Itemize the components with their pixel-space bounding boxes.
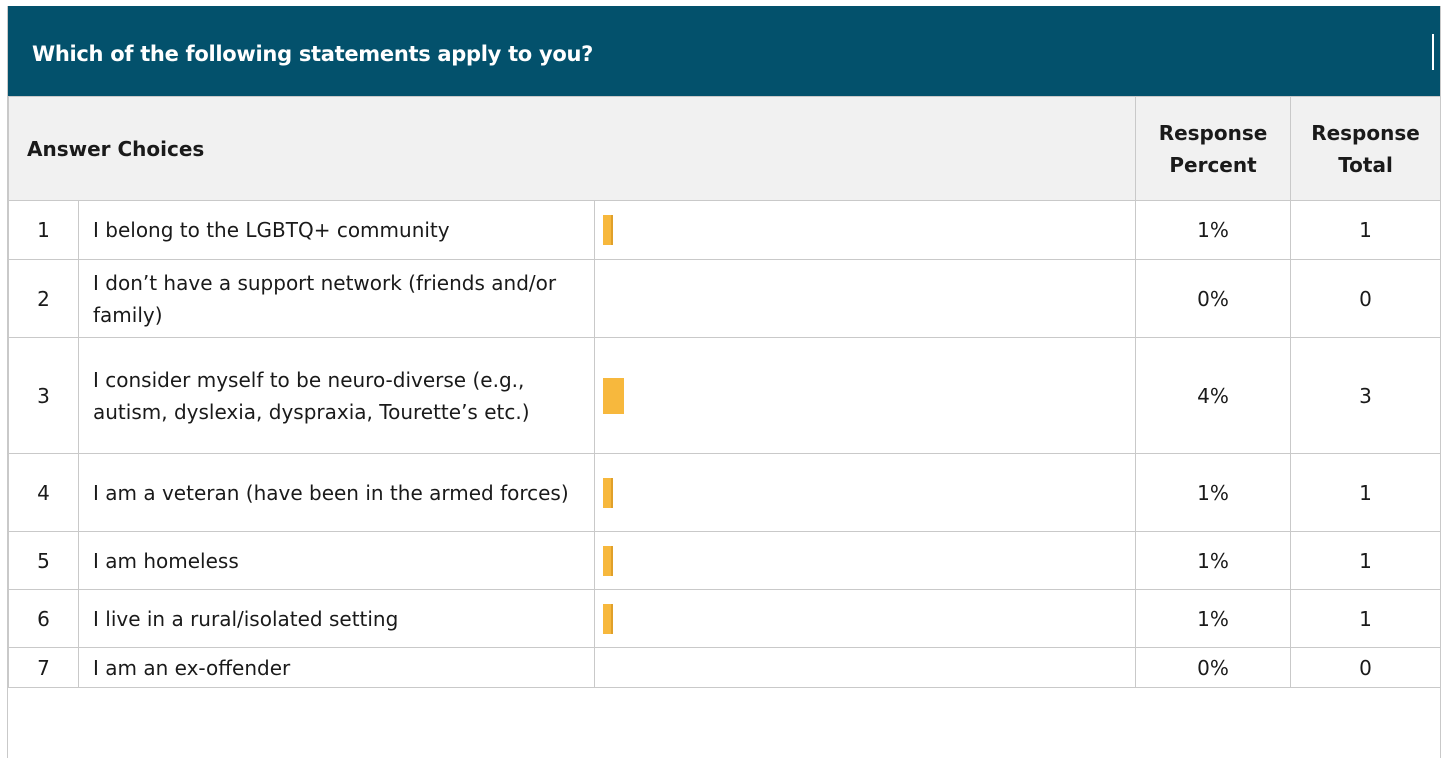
answer-choice-label: I am a veteran (have been in the armed f…	[78, 453, 595, 532]
response-bar-cell	[593, 200, 1137, 260]
response-bar-cell	[593, 259, 1137, 338]
row-index: 5	[8, 531, 79, 590]
response-total: 1	[1290, 531, 1442, 590]
response-total: 1	[1290, 589, 1442, 648]
table-row: 2I don’t have a support network (friends…	[8, 259, 1442, 338]
header-edge-mark	[1432, 34, 1434, 70]
response-bar	[603, 477, 613, 508]
response-bar-cell	[593, 453, 1137, 532]
table-row: 4I am a veteran (have been in the armed …	[8, 453, 1442, 532]
response-percent: 0%	[1135, 647, 1292, 688]
question-header: Which of the following statements apply …	[8, 6, 1440, 96]
row-index: 4	[8, 453, 79, 532]
row-index: 7	[8, 647, 79, 688]
response-total: 1	[1290, 453, 1442, 532]
table-header-row: Answer Choices Response Percent Response…	[7, 96, 1442, 201]
response-bar	[603, 603, 613, 634]
response-percent: 1%	[1135, 453, 1292, 532]
answer-choices-header: Answer Choices	[7, 96, 1137, 201]
response-bar	[603, 215, 613, 245]
answer-choice-label: I live in a rural/isolated setting	[78, 589, 595, 648]
table-row: 3I consider myself to be neuro-diverse (…	[8, 337, 1442, 454]
response-bar	[603, 545, 613, 576]
response-percent-header: Response Percent	[1135, 96, 1292, 201]
table-row: 6I live in a rural/isolated setting 1% 1	[8, 589, 1442, 648]
response-total: 3	[1290, 337, 1442, 454]
row-index: 6	[8, 589, 79, 648]
response-bar-cell	[593, 531, 1137, 590]
row-index: 3	[8, 337, 79, 454]
response-percent: 4%	[1135, 337, 1292, 454]
table-row: 1I belong to the LGBTQ+ community 1% 1	[8, 200, 1442, 260]
response-total: 1	[1290, 200, 1442, 260]
results-table: Answer Choices Response Percent Response…	[7, 96, 1442, 688]
response-percent: 1%	[1135, 589, 1292, 648]
answer-choice-label: I consider myself to be neuro-diverse (e…	[78, 337, 595, 454]
response-percent: 1%	[1135, 200, 1292, 260]
response-bar	[603, 377, 624, 414]
response-total: 0	[1290, 259, 1442, 338]
response-total: 0	[1290, 647, 1442, 688]
response-bar-cell	[593, 589, 1137, 648]
response-bar-cell	[593, 337, 1137, 454]
response-percent: 1%	[1135, 531, 1292, 590]
answer-choice-label: I belong to the LGBTQ+ community	[78, 200, 595, 260]
response-total-header: Response Total	[1290, 96, 1442, 201]
response-bar-cell	[593, 647, 1137, 688]
answer-choice-label: I don’t have a support network (friends …	[78, 259, 595, 338]
row-index: 1	[8, 200, 79, 260]
table-row: 5I am homeless 1% 1	[8, 531, 1442, 590]
table-row: 7I am an ex-offender 0% 0	[8, 647, 1442, 688]
survey-results-panel: Which of the following statements apply …	[7, 6, 1442, 758]
row-index: 2	[8, 259, 79, 338]
answer-choice-label: I am an ex-offender	[78, 647, 595, 688]
answer-choice-label: I am homeless	[78, 531, 595, 590]
question-title: Which of the following statements apply …	[32, 42, 593, 66]
response-percent: 0%	[1135, 259, 1292, 338]
